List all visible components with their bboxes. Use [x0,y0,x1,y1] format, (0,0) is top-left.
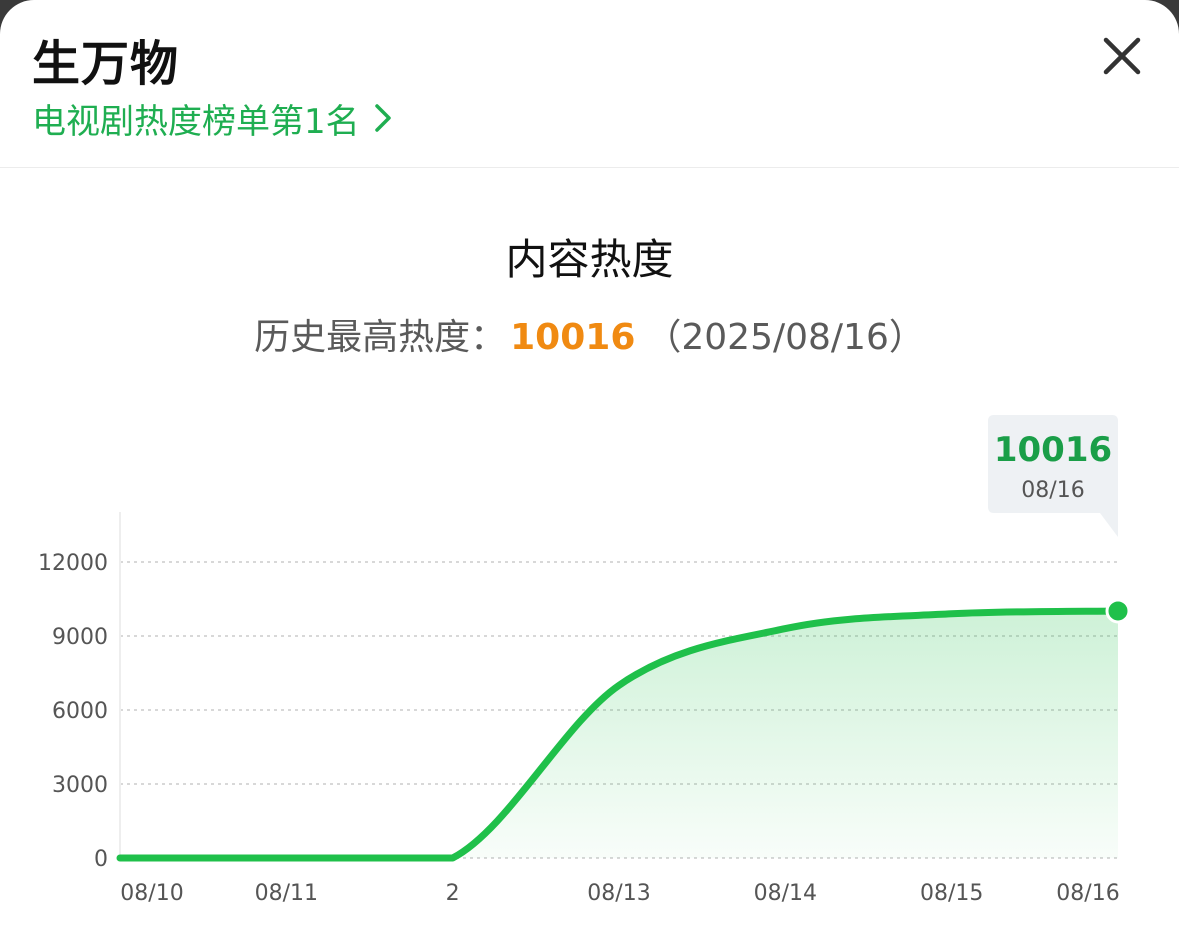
x-tick-label: 08/11 [255,881,318,906]
y-tick-label: 6000 [52,699,108,724]
x-tick-label: 08/10 [120,881,183,906]
y-tick-label: 9000 [52,625,108,650]
y-tick-label: 12000 [38,551,108,576]
area-fill [120,610,1118,858]
heat-chart[interactable]: 0 3000 6000 9000 12000 08/10 08/11 2 08/13 08/14… [0,400,1179,940]
sheet-header: 生万物 电视剧热度榜单第1名 [0,0,1179,168]
rank-link[interactable]: 电视剧热度榜单第1名 [32,96,392,142]
chevron-right-icon [374,104,391,132]
peak-label: 历史最高热度： [254,317,507,358]
x-tick-label: 08/15 [920,881,983,906]
rank-link-label: 电视剧热度榜单第1名 [32,101,360,142]
peak-value: 10016 [510,317,636,358]
y-tick-label: 3000 [52,773,108,798]
peak-record: 历史最高热度： 10016 （2025/08/16） [0,308,1179,360]
show-title: 生万物 [32,36,180,92]
tooltip-value: 10016 [994,430,1112,470]
y-tick-label: 0 [94,847,108,872]
tooltip-date: 08/16 [1021,478,1084,503]
end-point[interactable] [1105,598,1131,624]
chart-title: 内容热度 [505,235,674,284]
close-icon[interactable] [1098,32,1146,80]
x-tick-label: 08/13 [587,881,650,906]
peak-date: （2025/08/16） [645,317,925,358]
x-tick-label: 08/14 [754,881,817,906]
x-tick-label: 2 [446,881,460,906]
bottom-sheet: 生万物 电视剧热度榜单第1名 内容热度 历史最高热度： 10016 （2025/08… [0,0,1179,945]
tooltip: 10016 08/16 [988,415,1118,537]
x-tick-label: 08/16 [1056,881,1119,906]
